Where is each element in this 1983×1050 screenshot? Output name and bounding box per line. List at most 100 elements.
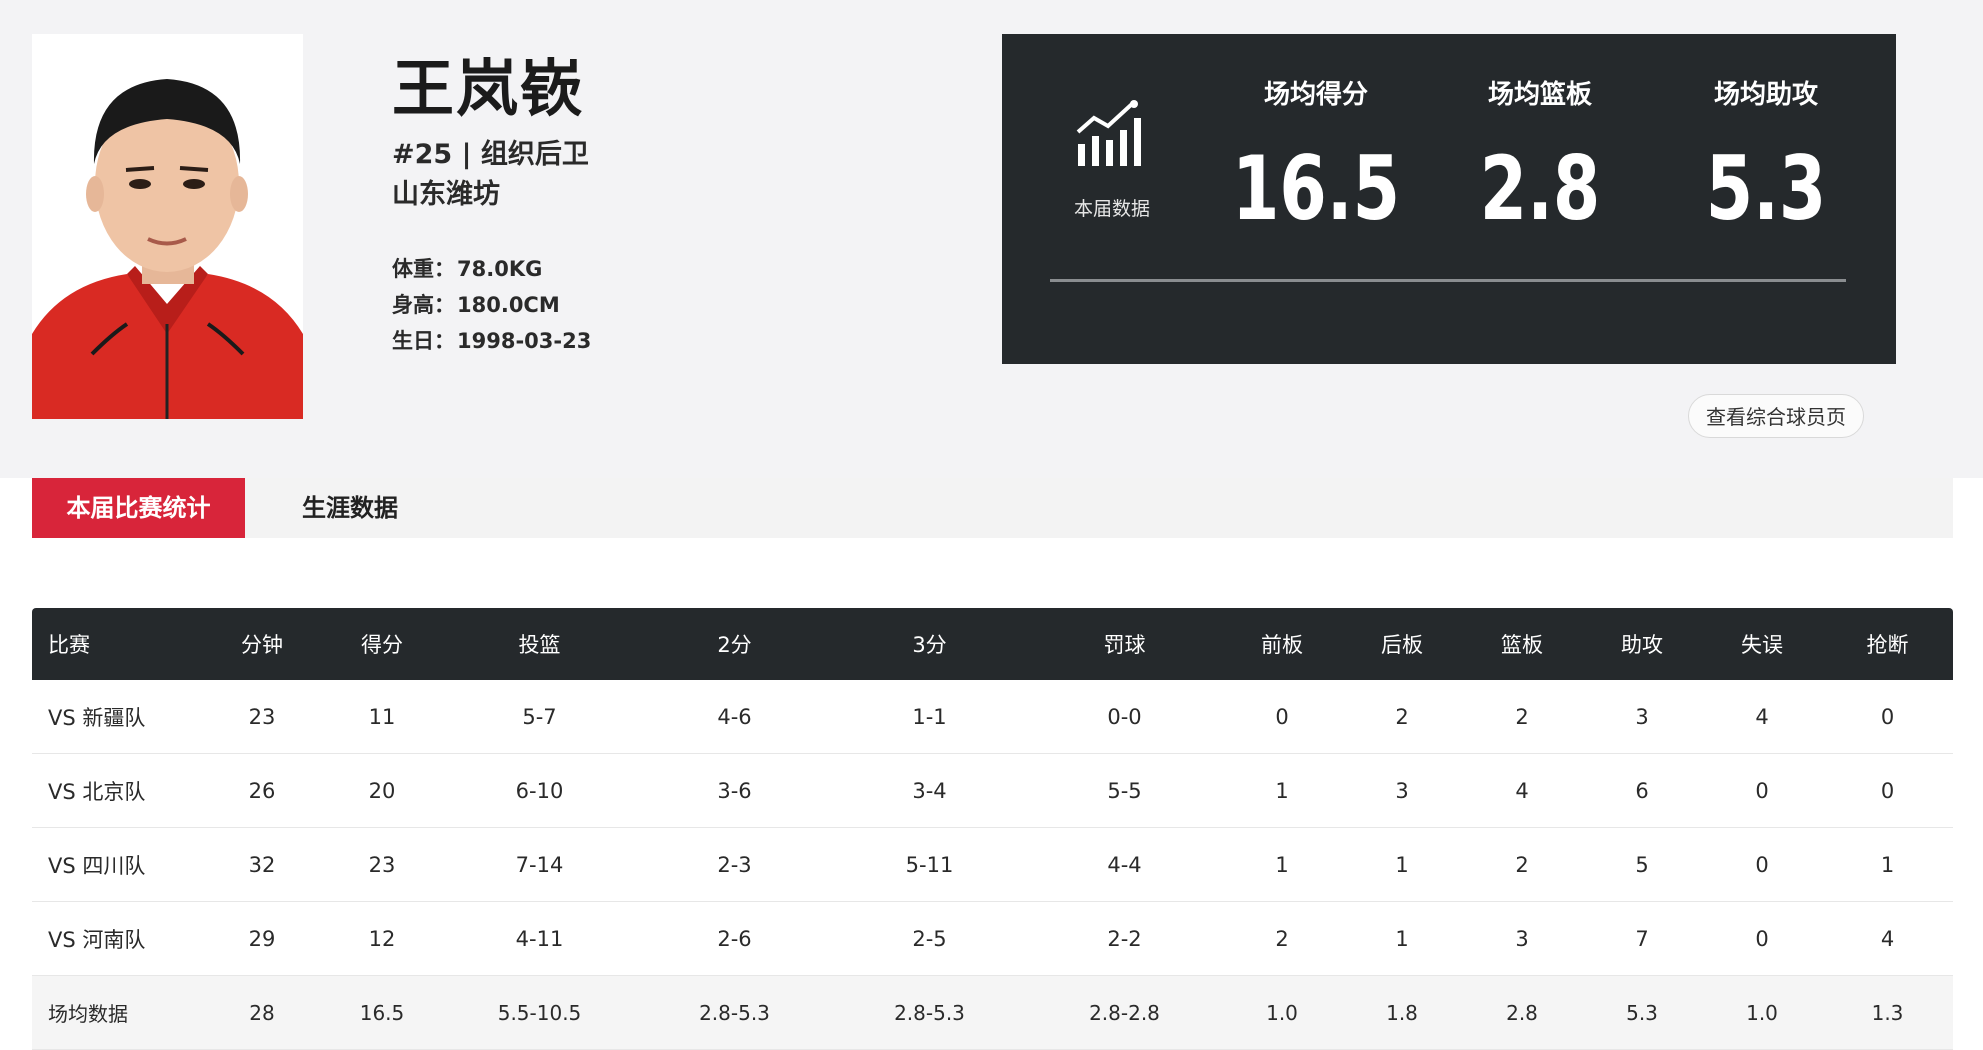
height-label: 身高： (392, 293, 455, 317)
table-cell: 3 (1342, 753, 1462, 828)
table-cell: VS 北京队 (32, 753, 202, 828)
table-cell: 3-4 (832, 753, 1027, 828)
bar-chart-trend-icon (1074, 100, 1144, 174)
column-header: 2分 (637, 608, 832, 680)
column-header: 得分 (322, 608, 442, 680)
table-cell: 26 (202, 753, 322, 828)
table-cell: 2 (1462, 680, 1582, 754)
table-cell: 5-5 (1027, 753, 1222, 828)
column-header: 失误 (1702, 608, 1822, 680)
panel-divider (1050, 279, 1846, 282)
table-cell: 2 (1342, 680, 1462, 754)
table-cell: 1-1 (832, 680, 1027, 754)
player-photo (32, 34, 303, 419)
table-cell: 0 (1822, 753, 1953, 828)
table-cell: 4-6 (637, 680, 832, 754)
column-header: 3分 (832, 608, 1027, 680)
table-cell: 3-6 (637, 753, 832, 828)
table-cell: 2-6 (637, 901, 832, 976)
table-cell: 6 (1582, 753, 1702, 828)
table-cell: 6-10 (442, 753, 637, 828)
table-cell: 7 (1582, 901, 1702, 976)
table-cell: 2.8-5.3 (637, 975, 832, 1050)
player-height: 身高：180.0CM (392, 289, 560, 319)
birth-label: 生日： (392, 329, 455, 353)
stat-rebounds-per-game: 场均篮板 2.8 (1430, 74, 1650, 240)
table-cell: 5.3 (1582, 975, 1702, 1050)
table-cell: 23 (322, 827, 442, 902)
column-header: 篮板 (1462, 608, 1582, 680)
table-cell: 2.8-5.3 (832, 975, 1027, 1050)
table-cell: 0 (1822, 680, 1953, 754)
table-cell: 12 (322, 901, 442, 976)
height-value: 180.0CM (457, 293, 560, 317)
table-average-row: 场均数据 28 16.5 5.5-10.5 2.8-5.3 2.8-5.3 2.… (32, 975, 1953, 1050)
table-cell: 1 (1222, 753, 1342, 828)
table-cell: 2-5 (832, 901, 1027, 976)
table-cell: 1.0 (1222, 975, 1342, 1050)
table-cell: 1.0 (1702, 975, 1822, 1050)
column-header: 前板 (1222, 608, 1342, 680)
table-cell: 0 (1702, 827, 1822, 902)
stat-points-per-game: 场均得分 16.5 (1206, 74, 1426, 240)
player-team: 山东潍坊 (392, 179, 500, 210)
column-header: 分钟 (202, 608, 322, 680)
table-cell: 5.5-10.5 (442, 975, 637, 1050)
tab-career-stats[interactable]: 生涯数据 (280, 478, 420, 538)
table-cell: 3 (1462, 901, 1582, 976)
table-cell: 5-7 (442, 680, 637, 754)
table-cell: 场均数据 (32, 975, 202, 1050)
table-cell: 1.3 (1822, 975, 1953, 1050)
table-cell: 2 (1222, 901, 1342, 976)
table-cell: 1 (1342, 827, 1462, 902)
view-player-profile-button[interactable]: 查看综合球员页 (1688, 394, 1864, 438)
table-cell: 5-11 (832, 827, 1027, 902)
table-cell: 2.8 (1462, 975, 1582, 1050)
player-birth: 生日：1998-03-23 (392, 325, 591, 355)
table-cell: 0-0 (1027, 680, 1222, 754)
table-cell: 1 (1822, 827, 1953, 902)
table-row: VS 新疆队 23 11 5-7 4-6 1-1 0-0 0 2 2 3 4 0 (32, 680, 1953, 754)
table-cell: 7-14 (442, 827, 637, 902)
weight-value: 78.0KG (457, 257, 543, 281)
stat-assists-per-game: 场均助攻 5.3 (1656, 74, 1876, 240)
table-cell: 32 (202, 827, 322, 902)
column-header: 投篮 (442, 608, 637, 680)
tab-season-stats[interactable]: 本届比赛统计 (32, 478, 245, 538)
table-cell: 29 (202, 901, 322, 976)
table-cell: 20 (322, 753, 442, 828)
stat-value: 16.5 (1232, 137, 1400, 240)
table-cell: VS 新疆队 (32, 680, 202, 754)
table-cell: VS 河南队 (32, 901, 202, 976)
player-name: 王岚嵚 (392, 52, 585, 125)
table-cell: 0 (1702, 901, 1822, 976)
table-cell: 3 (1582, 680, 1702, 754)
table-cell: 0 (1702, 753, 1822, 828)
table-cell: VS 四川队 (32, 827, 202, 902)
table-cell: 1.8 (1342, 975, 1462, 1050)
column-header: 抢断 (1822, 608, 1953, 680)
table-row: VS 四川队 32 23 7-14 2-3 5-11 4-4 1 1 2 5 0… (32, 827, 1953, 902)
table-cell: 2.8-2.8 (1027, 975, 1222, 1050)
birth-value: 1998-03-23 (457, 329, 592, 353)
table-cell: 5 (1582, 827, 1702, 902)
table-row: VS 北京队 26 20 6-10 3-6 3-4 5-5 1 3 4 6 0 … (32, 753, 1953, 828)
column-header: 罚球 (1027, 608, 1222, 680)
table-row: VS 河南队 29 12 4-11 2-6 2-5 2-2 2 1 3 7 0 … (32, 901, 1953, 976)
table-cell: 1 (1222, 827, 1342, 902)
table-cell: 4 (1822, 901, 1953, 976)
season-panel-caption: 本届数据 (1073, 198, 1150, 220)
table-cell: 1 (1342, 901, 1462, 976)
table-cell: 11 (322, 680, 442, 754)
player-weight: 体重：78.0KG (392, 253, 542, 283)
game-stats-table: 比赛 分钟 得分 投篮 2分 3分 罚球 前板 后板 篮板 助攻 失误 抢断 V… (32, 608, 1953, 1050)
table-cell: 2-3 (637, 827, 832, 902)
player-number-position: #25 | 组织后卫 (392, 139, 589, 170)
season-stats-panel: 本届数据 场均得分 16.5 场均篮板 2.8 场均助攻 5.3 (1002, 34, 1896, 364)
column-header: 后板 (1342, 608, 1462, 680)
table-cell: 0 (1222, 680, 1342, 754)
stats-tabs: 本届比赛统计 生涯数据 (32, 478, 1953, 538)
table-cell: 16.5 (322, 975, 442, 1050)
table-cell: 4-4 (1027, 827, 1222, 902)
table-cell: 4-11 (442, 901, 637, 976)
